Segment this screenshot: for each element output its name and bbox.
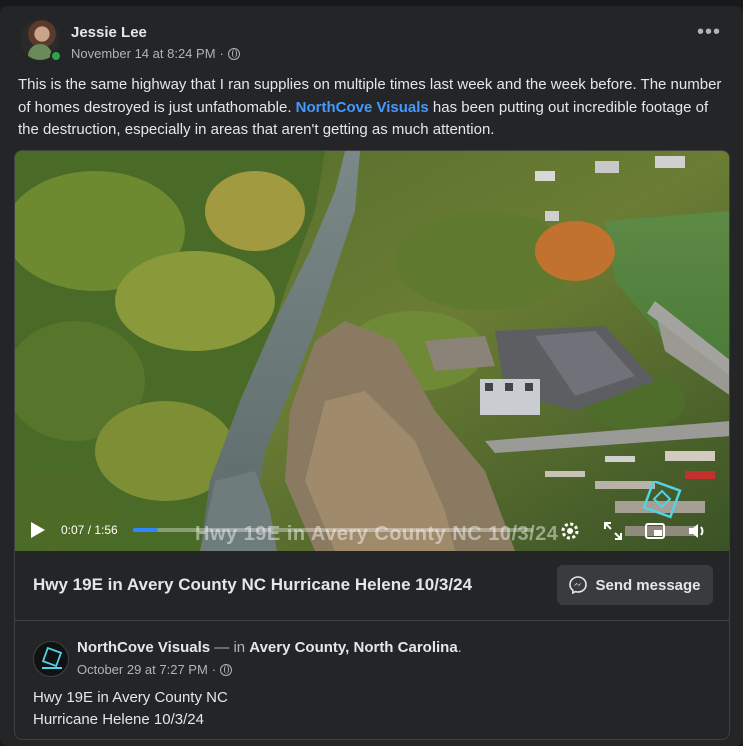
post-timestamp[interactable]: November 14 at 8:24 PM [71,46,216,61]
play-icon[interactable] [31,522,45,538]
video-player[interactable]: Hwy 19E in Avery County NC 10/3/24 0:07 … [15,151,729,551]
more-options-icon[interactable]: ••• [695,22,723,46]
globe-icon [220,663,233,676]
source-description-line1: Hwy 19E in Avery County NC [33,689,228,706]
source-period: . [457,639,462,656]
source-name[interactable]: NorthCove Visuals [77,639,210,656]
pip-icon[interactable] [643,519,667,543]
source-meta: October 29 at 7:27 PM · [77,662,233,677]
post-meta: November 14 at 8:24 PM · [71,46,240,61]
messenger-icon [569,576,588,594]
shared-video-card: Hwy 19E in Avery County NC 10/3/24 0:07 … [14,150,730,740]
online-status-indicator [50,50,62,62]
video-time: 0:07 / 1:56 [61,523,118,537]
shared-video-title[interactable]: Hwy 19E in Avery County NC Hurricane Hel… [33,575,472,595]
aerial-footage-frame [15,151,729,551]
send-message-button[interactable]: Send message [557,565,713,605]
source-description: Hwy 19E in Avery County NC Hurricane Hel… [33,687,228,731]
post-card: Jessie Lee November 14 at 8:24 PM · ••• … [0,6,743,746]
source-location[interactable]: Avery County, North Carolina [249,639,457,656]
video-controls: 0:07 / 1:56 [15,511,729,551]
source-avatar[interactable] [33,641,69,677]
fullscreen-icon[interactable] [601,519,625,543]
video-progress-bar[interactable] [133,528,533,532]
source-description-line2: Hurricane Helene 10/3/24 [33,711,204,728]
post-text: This is the same highway that I ran supp… [18,74,728,142]
send-message-label: Send message [595,576,701,594]
original-post-source: NorthCove Visuals — in Avery County, Nor… [15,621,729,739]
volume-icon[interactable] [685,519,709,543]
meta-separator: · [219,46,224,61]
northcove-logo-icon [41,646,63,669]
settings-icon[interactable] [558,519,582,543]
author-name[interactable]: Jessie Lee [71,24,147,41]
globe-icon [227,47,240,60]
shared-video-title-row: Hwy 19E in Avery County NC Hurricane Hel… [15,551,729,621]
mention-link[interactable]: NorthCove Visuals [296,99,429,116]
source-dash: — in [210,639,250,656]
post-header: Jessie Lee November 14 at 8:24 PM · [20,16,720,62]
source-line: NorthCove Visuals — in Avery County, Nor… [77,639,462,656]
source-date[interactable]: October 29 at 7:27 PM [77,662,208,677]
video-progress-fill [133,528,158,532]
source-separator: · [211,662,217,677]
